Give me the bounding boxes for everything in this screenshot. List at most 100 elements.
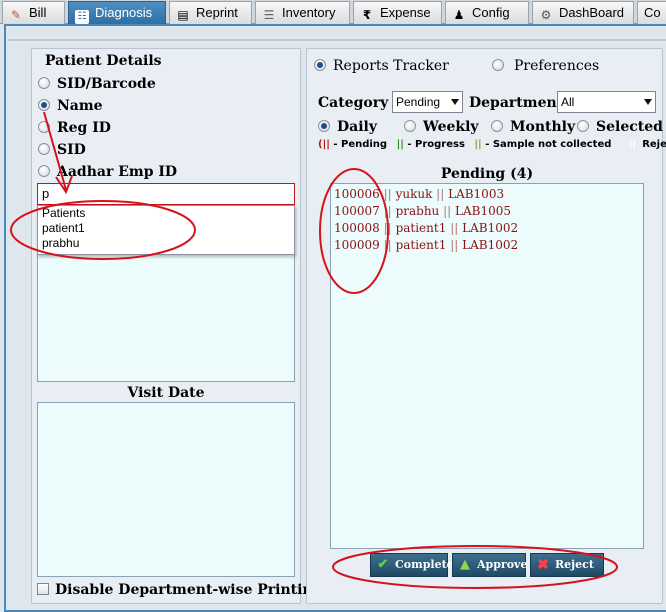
legend-progress: - Progress [403,139,465,150]
disable-printing-checkbox[interactable]: Disable Department-wise Printing [37,582,322,598]
pending-item[interactable]: 100007 || prabhu || LAB1005 [334,204,511,218]
autocomplete-option[interactable]: Patients [38,206,294,221]
rupee-icon: ₹ [362,8,372,22]
radio-indicator[interactable] [38,165,50,177]
complete-button[interactable]: ✔ Complete [370,553,454,577]
tab-bar: ✎ Bill ☷ Diagnosis ▤ Reprint ☰ Inventory ₹ Ex… [0,0,666,24]
tab-config-label: Config [472,5,510,20]
radio-label: Aadhar Emp ID [57,164,178,180]
patient-search-input[interactable]: p [37,183,295,205]
reject-button-label: Reject [555,558,594,571]
tab-dashboard-label: DashBoard [559,5,625,20]
tab-bill[interactable]: ✎ Bill [2,1,65,24]
radio-label: SID [57,142,86,158]
chevron-down-icon [644,99,652,105]
radio-indicator[interactable] [38,143,50,155]
radio-label: SID/Barcode [57,76,156,92]
tab-config[interactable]: ♟ Config [445,1,529,24]
pending-list[interactable]: 100006 || yukuk || LAB1003 100007 || pra… [330,183,644,549]
category-label: Category [318,95,389,111]
checkbox-label: Disable Department-wise Printing [55,582,323,598]
radio-indicator[interactable] [318,120,330,132]
tab-expense[interactable]: ₹ Expense [353,1,442,24]
reprint-icon: ▤ [177,8,189,22]
tab-more-label: Co [644,5,661,20]
radio-label: Preferences [514,58,600,74]
radio-preferences[interactable]: Preferences [492,58,599,74]
radio-indicator[interactable] [577,120,589,132]
user-icon: ♟ [453,8,465,22]
radio-indicator[interactable] [38,121,50,133]
complete-button-label: Complete [395,558,454,571]
tab-reprint-label: Reprint [196,5,238,20]
tab-more[interactable]: Co [637,1,666,24]
pending-item[interactable]: 100009 || patient1 || LAB1002 [334,238,518,252]
radio-label: Name [57,98,103,114]
radio-indicator[interactable] [38,77,50,89]
radio-reports-tracker[interactable]: Reports Tracker [314,58,449,74]
status-legend: (|| - Pending || - Progress || - Sample … [318,139,666,150]
legend-sample-mark: || [474,139,482,150]
radio-sid-barcode[interactable]: SID/Barcode [38,76,156,92]
legend-pending-mark: (|| [318,139,330,150]
radio-label: Monthly [510,119,576,135]
legend-rejected: Rejected) [642,139,666,150]
tab-expense-label: Expense [380,5,431,20]
department-select[interactable]: All [557,91,656,113]
radio-indicator[interactable] [404,120,416,132]
visit-date-list[interactable] [37,402,295,577]
radio-selected[interactable]: Selected [577,119,663,135]
radio-label: Reports Tracker [333,58,449,74]
inventory-icon: ☰ [263,8,275,22]
radio-label: Daily [337,119,377,135]
checkbox-indicator[interactable] [37,583,49,595]
legend-pending: - Pending [329,139,388,150]
radio-label: Selected [596,119,663,135]
tab-diagnosis-label: Diagnosis [95,5,153,20]
radio-indicator[interactable] [314,59,326,71]
pending-title: Pending (4) [440,166,534,182]
department-value: All [561,95,575,109]
approve-button[interactable]: ▲ Approve [452,553,528,577]
autocomplete-dropdown[interactable]: Patients patient1 prabhu [37,205,295,255]
tab-diagnosis[interactable]: ☷ Diagnosis [68,1,166,24]
legend-rejected-mark: || [628,139,637,150]
tab-reprint[interactable]: ▤ Reprint [169,1,252,24]
category-select[interactable]: Pending [392,91,463,113]
radio-label: Reg ID [57,120,111,136]
radio-reg-id[interactable]: Reg ID [38,120,111,136]
pending-item[interactable]: 100008 || patient1 || LAB1002 [334,221,518,235]
reject-button[interactable]: ✖ Reject [530,553,604,577]
department-label: Department [469,95,564,111]
tab-inventory-label: Inventory [282,5,336,20]
radio-aadhar-emp-id[interactable]: Aadhar Emp ID [38,164,177,180]
tab-bill-label: Bill [29,5,47,20]
visit-date-title: Visit Date [127,385,205,401]
patient-details-title: Patient Details [45,53,162,69]
check-icon: ✔ [377,557,389,572]
approve-button-label: Approve [477,558,528,571]
autocomplete-option[interactable]: prabhu [38,236,294,251]
radio-indicator[interactable] [38,99,50,111]
frame-divider [8,39,666,41]
tab-inventory[interactable]: ☰ Inventory [255,1,350,24]
category-value: Pending [396,95,441,109]
radio-indicator[interactable] [492,59,504,71]
bill-icon: ✎ [10,8,22,22]
radio-daily[interactable]: Daily [318,119,377,135]
chevron-down-icon [451,99,459,105]
tab-dashboard[interactable]: ⚙ DashBoard [532,1,634,24]
pending-item[interactable]: 100006 || yukuk || LAB1003 [334,187,504,201]
dashboard-icon: ⚙ [540,8,552,22]
radio-weekly[interactable]: Weekly [404,119,479,135]
legend-sample: - Sample not collected [481,139,612,150]
radio-label: Weekly [423,119,479,135]
close-icon: ✖ [537,557,549,573]
radio-sid[interactable]: SID [38,142,86,158]
radio-monthly[interactable]: Monthly [491,119,575,135]
autocomplete-option[interactable]: patient1 [38,221,294,236]
approve-arrow-icon: ▲ [460,557,470,572]
radio-indicator[interactable] [491,120,503,132]
legend-progress-mark: || [396,139,404,150]
radio-name[interactable]: Name [38,98,103,114]
